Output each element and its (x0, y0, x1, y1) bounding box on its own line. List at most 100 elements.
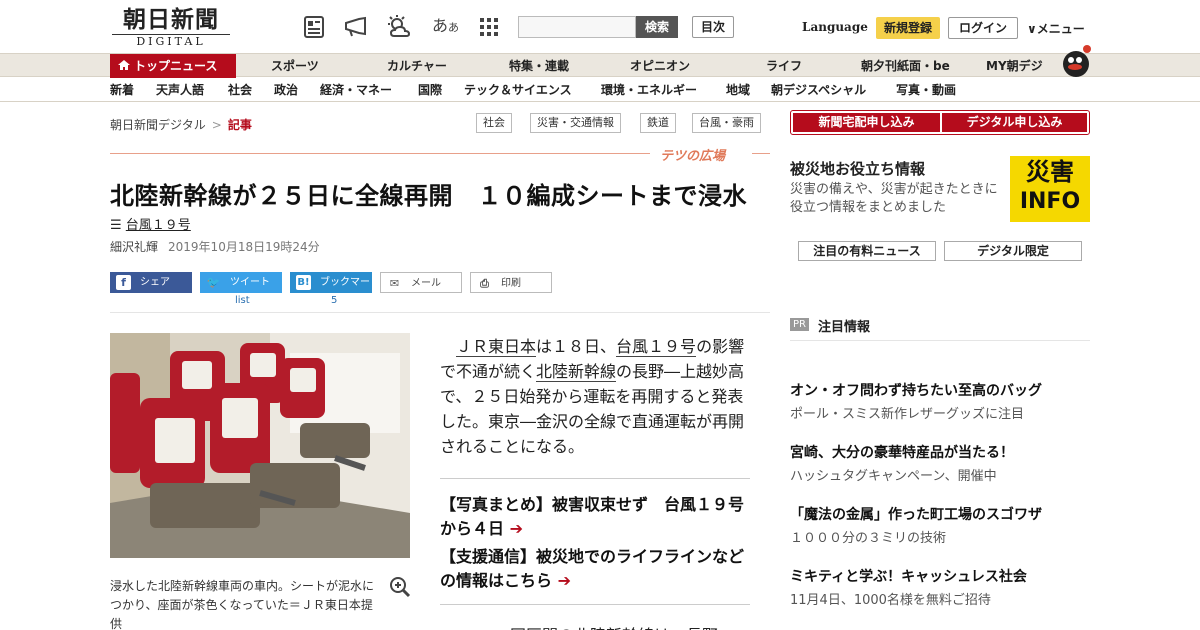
link-jr-east[interactable]: ＪＲ東日本 (456, 337, 537, 357)
saigai-info-banner[interactable]: 災害 INFO (1010, 156, 1090, 222)
pr-divider (790, 340, 1090, 341)
tag-typhoon[interactable]: 台風・豪雨 (692, 113, 761, 133)
nav-life[interactable]: ライフ (766, 54, 802, 78)
nav2-region[interactable]: 地域 (726, 78, 750, 102)
link-hokuriku-shinkansen[interactable]: 北陸新幹線 (536, 362, 617, 382)
paid-news-button[interactable]: 注目の有料ニュース (798, 241, 936, 261)
nav-opinion[interactable]: オピニオン (630, 54, 690, 78)
nav2-economy[interactable]: 経済・マネー (320, 78, 392, 102)
pr-item-sub: ポール・スミス新作レザーグッズに注目 (790, 407, 1025, 422)
hatena-bookmark-button[interactable]: B! ブックマーク (290, 272, 372, 309)
nav2-international[interactable]: 国際 (418, 78, 442, 102)
body-text-1: は１８日、 (536, 337, 617, 356)
pr-section-title: 注目情報 (818, 320, 871, 335)
related-link-photos-label: 【写真まとめ】被害収束せず 台風１９号から４日 (440, 495, 745, 538)
pr-item-title[interactable]: オン・オフ問わず持ちたい至高のバッグ (790, 380, 1042, 400)
related-link-support[interactable]: 【支援通信】被災地でのライフラインなどの情報はこちら ➔ (440, 545, 754, 593)
share-divider (110, 312, 770, 313)
article-photo[interactable] (110, 333, 410, 558)
arrow-right-icon: ➔ (504, 519, 523, 538)
nav-sports[interactable]: スポーツ (271, 54, 319, 78)
mail-share-button[interactable]: ✉ メール (380, 272, 462, 293)
section-divider (110, 153, 650, 154)
twitter-count[interactable]: list (235, 295, 250, 306)
facebook-share-label: シェア (140, 277, 170, 288)
mail-icon: ✉ (389, 277, 400, 290)
article-body-continued: 同区間の北陸新幹線は、長野 (510, 622, 718, 630)
toc-button[interactable]: 目次 (692, 16, 734, 38)
breadcrumb: 朝日新聞デジタル > 記事 (110, 116, 252, 133)
nav-newspaper[interactable]: 朝夕刊紙面・be (861, 54, 950, 78)
newspaper-icon[interactable] (302, 14, 328, 40)
print-label: 印刷 (501, 278, 521, 289)
section-divider-right (752, 153, 770, 154)
article-headline: 北陸新幹線が２５日に全線再開 １０編成シートまで浸水 (110, 182, 747, 210)
tag-railway[interactable]: 鉄道 (640, 113, 676, 133)
nav2-politics[interactable]: 政治 (274, 78, 298, 102)
tag-disaster[interactable]: 災害・交通情報 (530, 113, 621, 133)
saigai-text: 災害 (1026, 158, 1074, 186)
secondary-nav: 新着 天声人語 社会 政治 経済・マネー 国際 テック＆サイエンス 環境・エネル… (0, 78, 1200, 102)
home-icon (118, 60, 130, 70)
byline: 細沢礼輝 2019年10月18日19時24分 (110, 238, 320, 255)
twitter-share-button[interactable]: 🐦 ツイート (200, 272, 282, 293)
hatena-count[interactable]: 5 (331, 295, 337, 306)
grid-menu-icon[interactable] (476, 14, 502, 40)
breadcrumb-sep: > (211, 118, 222, 132)
author: 細沢礼輝 (110, 240, 159, 254)
article-body: ＪＲ東日本は１８日、台風１９号の影響で不通が続く北陸新幹線の長野―上越妙高で、２… (440, 334, 752, 459)
pr-item-title[interactable]: 宮崎、大分の豪華特産品が当たる！ (790, 442, 1014, 462)
section-logo[interactable]: テツの広場 (660, 145, 725, 164)
primary-nav: トップニュース スポーツ カルチャー 特集・連載 オピニオン ライフ 朝夕刊紙面… (0, 53, 1200, 78)
language-link[interactable]: Language (802, 20, 868, 34)
digital-only-button[interactable]: デジタル限定 (944, 241, 1082, 261)
site-logo[interactable]: 朝日新聞 DIGITAL (112, 6, 230, 48)
related-link-support-label: 【支援通信】被災地でのライフラインなどの情報はこちら (440, 547, 745, 590)
digital-subscribe-button[interactable]: デジタル申し込み (942, 113, 1087, 132)
nav2-new[interactable]: 新着 (110, 78, 134, 102)
nav2-photo[interactable]: 写真・動画 (896, 78, 956, 102)
related-link-photos[interactable]: 【写真まとめ】被害収束せず 台風１９号から４日 ➔ (440, 493, 754, 541)
newspaper-subscribe-button[interactable]: 新聞宅配申し込み (793, 113, 940, 132)
logo-text: 朝日新聞 (123, 6, 219, 33)
search-button[interactable]: 検索 (636, 16, 678, 38)
font-size-toggle[interactable]: ああ (432, 12, 459, 36)
nav2-society[interactable]: 社会 (228, 78, 252, 102)
article-topic: ☰ 台風１９号 (110, 214, 191, 233)
nav-features[interactable]: 特集・連載 (509, 54, 569, 78)
related-divider-bottom (440, 604, 750, 605)
mascot-icon[interactable] (1060, 44, 1092, 78)
link-typhoon19[interactable]: 台風１９号 (616, 337, 697, 357)
zoom-icon[interactable] (388, 575, 412, 599)
pr-item-title[interactable]: 「魔法の金属」作った町工場のスゴワザ (790, 504, 1042, 524)
nav2-tensei[interactable]: 天声人語 (156, 78, 204, 102)
hatena-label: ブックマーク (320, 277, 370, 309)
megaphone-icon[interactable] (343, 14, 369, 40)
nav-top-news[interactable]: トップニュース (110, 54, 236, 78)
twitter-icon: 🐦 (206, 276, 221, 289)
font-size-large: あ (432, 16, 449, 35)
nav2-tech[interactable]: テック＆サイエンス (464, 78, 572, 102)
photo-caption: 浸水した北陸新幹線車両の車内。シートが泥水につかり、座面が茶色くなっていた＝ＪＲ… (110, 579, 375, 630)
search-input[interactable] (518, 16, 636, 38)
nav-top-news-label: トップニュース (134, 59, 218, 73)
facebook-share-button[interactable]: f シェア (110, 272, 192, 293)
breadcrumb-home[interactable]: 朝日新聞デジタル (110, 118, 206, 132)
disaster-info-title[interactable]: 被災地お役立ち情報 (790, 158, 925, 179)
disaster-info-desc: 災害の備えや、災害が起きたときに役立つ情報をまとめました (790, 182, 998, 215)
pr-item-sub: ハッシュタグキャンペーン、開催中 (790, 469, 997, 484)
pr-item-title[interactable]: ミキティと学ぶ！キャッシュレス社会 (790, 566, 1027, 586)
info-text: INFO (1019, 189, 1081, 214)
nav-culture[interactable]: カルチャー (387, 54, 447, 78)
tag-society[interactable]: 社会 (476, 113, 512, 133)
print-button[interactable]: ⎙ 印刷 (470, 272, 552, 293)
topic-link[interactable]: 台風１９号 (126, 218, 191, 233)
signup-button[interactable]: 新規登録 (876, 17, 940, 39)
nav2-environment[interactable]: 環境・エネルギー (601, 78, 697, 102)
menu-button[interactable]: ∨メニュー (1027, 20, 1085, 37)
login-button[interactable]: ログイン (948, 17, 1018, 39)
weather-icon[interactable] (386, 14, 412, 40)
nav2-special[interactable]: 朝デジスペシャル (771, 78, 866, 102)
nav-my-asahi[interactable]: MY朝デジ (986, 54, 1043, 78)
list-icon: ☰ (110, 218, 122, 233)
